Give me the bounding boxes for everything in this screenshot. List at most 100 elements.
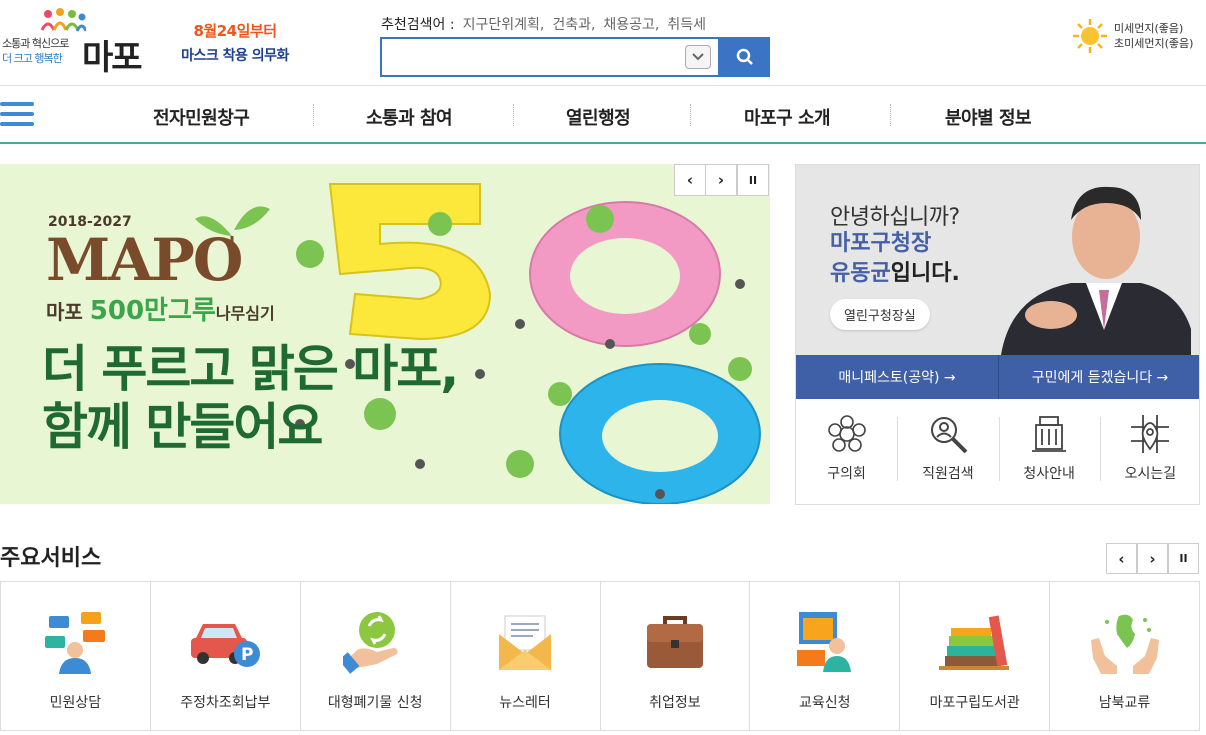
logo-slogan: 소통과 혁신으로 더 크고 행복한 [2,36,69,66]
services-next-button[interactable]: › [1137,543,1168,574]
banner-tag-suffix: 나무심기 [215,304,275,323]
mask-notice[interactable]: 8월24일부터 마스크 착용 의무화 [170,20,300,65]
quick-link-label: 구의회 [827,466,866,482]
search-icon [736,48,753,65]
gnb-separator [513,104,514,126]
banner-headline: 더 푸르고 맑은 마포, 함께 만들어요 [42,340,459,456]
chevron-down-icon [692,53,704,61]
main-banner[interactable]: 2018-2027 MAPO 마포 500만그루나무심기 더 푸르고 맑은 마포… [0,164,770,504]
quick-link-label: 청사안내 [1023,466,1075,482]
open-mayor-office-button[interactable]: 열린구청장실 [830,299,930,330]
air-quality-text: 미세먼지(좋음) 초미세먼지(좋음) [1114,21,1193,51]
gnb-separator [690,104,691,126]
service-bulky-waste[interactable]: 대형폐기물 신청 [299,582,450,730]
service-label: 민원상담 [49,695,102,711]
hands-korea-icon [1090,614,1159,674]
banner-tag-highlight: 500만그루 [89,296,216,326]
service-job-info[interactable]: 취업정보 [599,582,750,730]
mayor-name-line: 유동균입니다. [830,259,960,289]
service-inter-korean[interactable]: 남북교류 [1049,582,1199,730]
main-services-grid: 민원상담 P 주정차조회납부 대형폐기물 신청 뉴스레터 취업정보 교육신청 마… [0,581,1200,731]
gnb-item-about-mapo[interactable]: 마포구 소개 [744,104,831,130]
staff-search-icon [930,417,968,454]
service-parking-fine[interactable]: P 주정차조회납부 [149,582,300,730]
notice-date: 8월24일부터 [193,22,277,40]
services-prev-button[interactable]: ‹ [1106,543,1137,574]
quick-link-label: 직원검색 [922,466,974,482]
gnb-divider-bottom [0,142,1206,144]
service-label: 마포구립도서관 [929,695,1020,711]
quick-link-building-guide[interactable]: 청사안내 [998,399,1100,504]
car-parking-icon: P [191,624,261,667]
recycle-hand-icon [343,612,398,674]
chat-bubbles-icon [45,612,106,674]
gnb-item-field-info[interactable]: 분야별 정보 [945,104,1032,130]
service-label: 주정차조회납부 [180,695,271,711]
service-label: 취업정보 [649,695,701,711]
quick-links: 구의회 직원검색 청사안내 오시는길 [796,399,1199,504]
recommended-keyword[interactable]: 채용공고, [603,14,659,34]
sun-icon [1073,19,1107,53]
envelope-icon [499,615,552,670]
service-label: 뉴스레터 [499,695,551,711]
banner-pause-button[interactable]: II [737,164,769,196]
listen-to-residents-link[interactable]: 구민에게 듣겠습니다 → [998,355,1199,399]
banner-tag-prefix: 마포 [46,300,90,324]
service-label: 대형폐기물 신청 [327,695,423,711]
building-icon [1032,416,1067,452]
recommended-keywords: 추천검색어 : 지구단위계획, 건축과, 채용공고, 취득세 [381,14,706,34]
recommended-keyword[interactable]: 지구단위계획, [463,14,545,34]
mayor-links-bar: 매니페스토(공약) → 구민에게 듣겠습니다 → [796,355,1199,399]
service-newsletter[interactable]: 뉴스레터 [449,582,600,730]
services-pause-button[interactable]: II [1168,543,1199,574]
recommended-label: 추천검색어 : [381,17,455,33]
quick-link-label: 오시는길 [1124,466,1177,482]
logo-slogan-line1: 소통과 혁신으로 [2,37,69,50]
mayor-box: 안녕하십니까? 마포구청장 유동균입니다. 열린구청장실 매니페스토(공약) →… [795,164,1200,505]
search-button[interactable] [720,37,770,77]
mayor-photo [1001,186,1191,355]
quick-link-directions[interactable]: 오시는길 [1099,399,1199,504]
quick-link-council[interactable]: 구의회 [796,399,897,504]
search-dropdown-button[interactable] [685,45,711,69]
quick-link-staff-search[interactable]: 직원검색 [897,399,998,504]
service-library[interactable]: 마포구립도서관 [899,582,1049,730]
gnb-divider-top [0,85,1206,86]
fine-dust-status: 미세먼지(좋음) [1114,22,1184,35]
recommended-keyword[interactable]: 취득세 [667,14,706,34]
council-emblem-icon [827,415,866,452]
banner-next-button[interactable]: › [705,164,737,196]
banner-tagline: 마포 500만그루나무심기 [46,290,275,327]
mayor-greeting: 안녕하십니까? [830,205,960,230]
books-icon [938,615,1009,670]
gnb-separator [890,104,891,126]
air-quality-widget[interactable]: 미세먼지(좋음) 초미세먼지(좋음) [1072,18,1193,54]
notice-text: 마스크 착용 의무화 [181,48,289,64]
mayor-name-suffix: 입니다. [890,261,960,286]
banner-headline-line2: 함께 만들어요 [42,398,323,456]
logo-name: 마포 [82,38,143,78]
logo-slogan-line2: 더 크고 행복한 [2,52,63,65]
svg-text:P: P [241,645,253,665]
menu-icon[interactable] [0,102,34,128]
mayor-title: 마포구청장 [830,231,932,256]
gnb-item-participation[interactable]: 소통과 참여 [366,104,453,130]
main-services-title: 주요서비스 [0,546,102,571]
briefcase-icon [646,616,703,668]
gnb-item-open-admin[interactable]: 열린행정 [566,104,631,130]
service-civil-consultation[interactable]: 민원상담 [1,582,150,730]
service-label: 교육신청 [799,695,851,711]
banner-mapo-logo: MAPO [46,226,243,294]
mayor-intro: 안녕하십니까? 마포구청장 유동균입니다. 열린구청장실 [796,165,1199,355]
search-input[interactable] [380,37,720,77]
manifesto-link[interactable]: 매니페스토(공약) → [796,355,998,399]
banner-prev-button[interactable]: ‹ [674,164,706,196]
service-education[interactable]: 교육신청 [749,582,899,730]
ultrafine-dust-status: 초미세먼지(좋음) [1114,37,1194,50]
gnb-separator [313,104,314,126]
recommended-keyword[interactable]: 건축과, [552,14,595,34]
education-icon [796,612,851,672]
mapo-logo[interactable]: 소통과 혁신으로 더 크고 행복한 마포 [2,8,152,78]
banner-headline-line1: 더 푸르고 맑은 마포, [42,340,459,398]
gnb-item-civil-service[interactable]: 전자민원창구 [153,104,250,130]
